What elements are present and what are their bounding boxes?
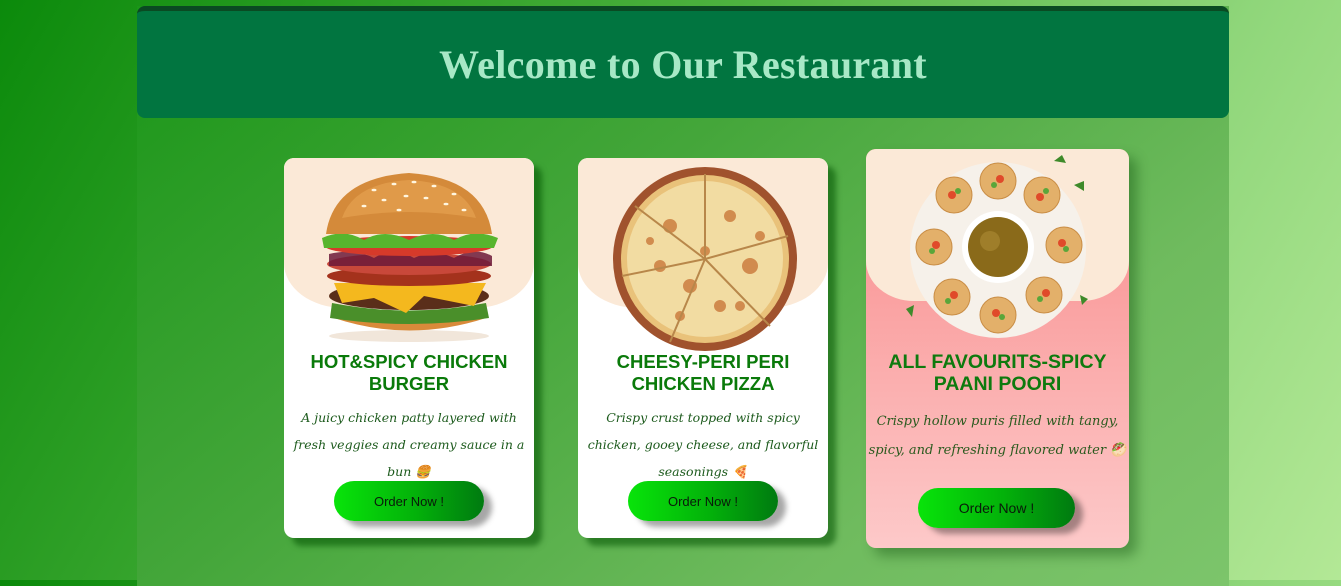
site-header: Welcome to Our Restaurant bbox=[137, 6, 1229, 118]
card-description: Crispy hollow puris filled with tangy, s… bbox=[868, 414, 1127, 458]
page-title: Welcome to Our Restaurant bbox=[439, 42, 927, 87]
order-now-button[interactable]: Order Now ! bbox=[628, 481, 778, 521]
order-now-button[interactable]: Order Now ! bbox=[334, 481, 484, 521]
card-description: A juicy chicken patty layered with fresh… bbox=[293, 410, 525, 479]
burger-image bbox=[322, 173, 498, 342]
card-title: ALL FAVOURITS-SPICY PAANI POORI bbox=[888, 351, 1107, 395]
card-description: Crispy crust topped with spicy chicken, … bbox=[587, 410, 819, 479]
menu-card-paani-poori: ALL FAVOURITS-SPICY PAANI POORI Crispy h… bbox=[866, 149, 1129, 548]
card-title: HOT&SPICY CHICKEN BURGER bbox=[310, 351, 508, 394]
paani-poori-image bbox=[906, 155, 1088, 338]
menu-card-burger: HOT&SPICY CHICKEN BURGER A juicy chicken… bbox=[284, 158, 534, 538]
menu-card-pizza: CHEESY-PERI PERI CHICKEN PIZZA Crispy cr… bbox=[578, 158, 828, 538]
order-now-button[interactable]: Order Now ! bbox=[918, 488, 1075, 528]
pizza-image bbox=[613, 167, 797, 351]
card-title: CHEESY-PERI PERI CHICKEN PIZZA bbox=[616, 351, 790, 394]
